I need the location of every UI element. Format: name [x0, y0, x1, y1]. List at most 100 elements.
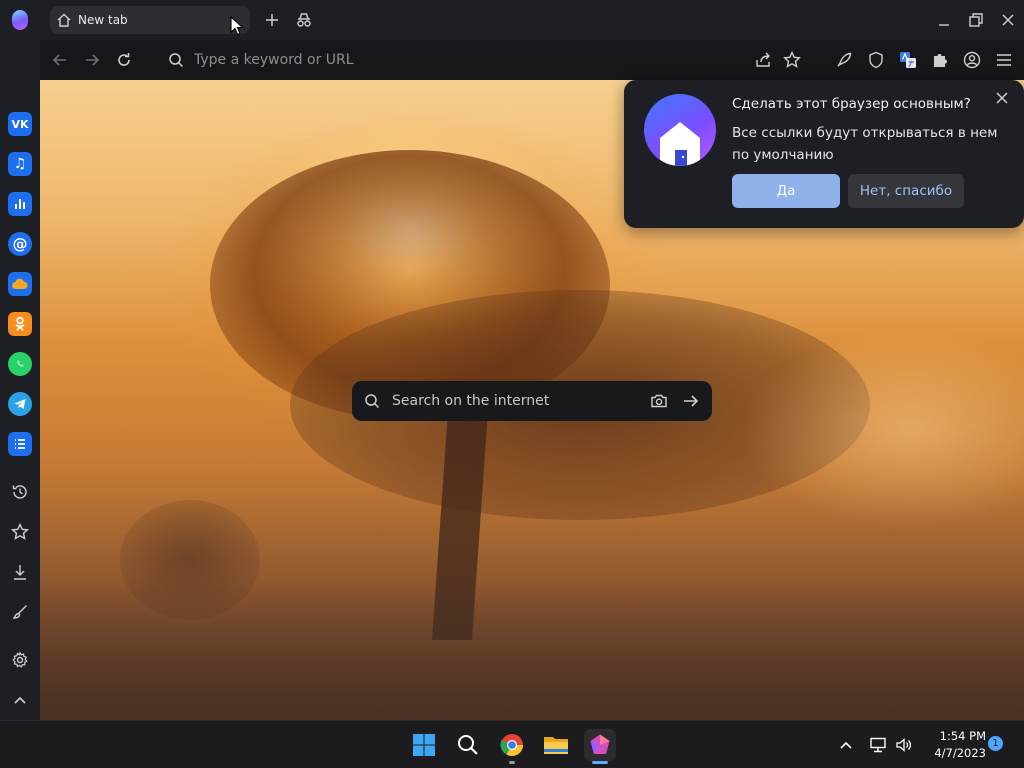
search-input[interactable] [390, 392, 640, 410]
incognito-button[interactable] [294, 10, 314, 30]
brush-icon [11, 603, 29, 621]
folder-icon [543, 734, 569, 756]
cloud-icon [11, 277, 29, 291]
bar-chart-icon [13, 197, 27, 211]
sidebar: VK ♫ @ [0, 40, 40, 720]
history-button[interactable] [8, 480, 32, 504]
incognito-icon [295, 12, 313, 28]
reload-button[interactable] [112, 48, 136, 72]
sidebar-app-music[interactable]: ♫ [8, 152, 32, 176]
bookmark-button[interactable] [780, 48, 804, 72]
search-icon [456, 733, 480, 757]
search-submit-button[interactable] [682, 392, 700, 410]
translate-button[interactable] [896, 48, 920, 72]
close-icon [1001, 13, 1015, 27]
star-icon [783, 51, 801, 69]
telegram-icon [13, 397, 27, 411]
no-thanks-button[interactable]: Нет, спасибо [848, 174, 964, 208]
new-tab-button[interactable] [262, 10, 282, 30]
arrow-right-icon [684, 395, 699, 407]
star-icon [11, 523, 29, 541]
music-icon: ♫ [13, 156, 27, 172]
taskbar-search-button[interactable] [452, 729, 484, 761]
translate-icon [899, 51, 917, 69]
sidebar-app-telegram[interactable] [8, 392, 32, 416]
tray-network-button[interactable] [864, 729, 892, 761]
home-icon [56, 12, 72, 28]
taskbar-date[interactable]: 4/7/2023 [920, 746, 986, 760]
boost-button[interactable] [832, 48, 856, 72]
whatsapp-icon [13, 357, 27, 371]
protection-button[interactable] [864, 48, 888, 72]
popup-close-button[interactable] [990, 86, 1014, 110]
camera-icon[interactable] [650, 392, 668, 410]
windows-icon [412, 733, 436, 757]
tray-volume-button[interactable] [890, 729, 918, 761]
tray-overflow-button[interactable] [832, 729, 860, 761]
taskbar-chrome[interactable] [496, 729, 528, 764]
mouse-cursor-icon [230, 15, 244, 40]
yes-button[interactable]: Да [732, 174, 840, 208]
minimize-button[interactable] [932, 8, 956, 32]
arrow-left-icon [52, 52, 68, 68]
gear-icon [11, 651, 29, 669]
notification-badge[interactable]: 1 [988, 736, 1003, 751]
chevron-up-icon [13, 693, 27, 707]
close-window-button[interactable] [996, 8, 1020, 32]
share-button[interactable] [752, 48, 776, 72]
restore-icon [968, 12, 984, 28]
favorites-button[interactable] [8, 520, 32, 544]
share-icon [755, 52, 773, 68]
sidebar-app-mail[interactable]: @ [8, 232, 32, 256]
taskbar-file-explorer[interactable] [540, 729, 572, 761]
sidebar-app-vk[interactable]: VK [8, 112, 32, 136]
collapse-sidebar-button[interactable] [8, 688, 32, 712]
menu-button[interactable] [992, 48, 1016, 72]
plus-icon [265, 13, 279, 27]
title-bar: New tab [0, 0, 1024, 40]
popup-message: Все ссылки будут открываться в нем по ум… [732, 125, 998, 163]
reload-icon [116, 52, 132, 68]
vk-icon: VK [11, 117, 29, 131]
tab-new-tab[interactable]: New tab [50, 6, 250, 34]
minimize-icon [937, 13, 951, 27]
tab-title: New tab [78, 13, 128, 27]
taskbar-atom-browser[interactable] [584, 729, 616, 764]
close-icon [995, 91, 1009, 105]
search-box[interactable] [352, 381, 712, 421]
restore-button[interactable] [964, 8, 988, 32]
navigation-toolbar [40, 40, 1024, 80]
settings-button[interactable] [8, 648, 32, 672]
browser-logo-icon[interactable] [12, 10, 28, 30]
popup-title: Сделать этот браузер основным? [732, 96, 971, 112]
running-indicator [592, 761, 608, 764]
at-sign-icon: @ [12, 235, 28, 253]
forward-button[interactable] [80, 48, 104, 72]
arrow-right-icon [84, 52, 100, 68]
search-icon [364, 393, 380, 409]
odnoklassniki-icon [14, 316, 26, 332]
download-icon [11, 563, 29, 581]
back-button[interactable] [48, 48, 72, 72]
downloads-button[interactable] [8, 560, 32, 584]
search-icon [168, 52, 184, 68]
shield-icon [868, 51, 884, 69]
themes-button[interactable] [8, 600, 32, 624]
taskbar-time[interactable]: 1:54 PM [920, 729, 986, 743]
address-bar[interactable] [168, 48, 728, 72]
sidebar-app-whatsapp[interactable] [8, 352, 32, 376]
taskbar: 1:54 PM 4/7/2023 [0, 720, 1024, 768]
profile-button[interactable] [960, 48, 984, 72]
extensions-button[interactable] [928, 48, 952, 72]
sidebar-app-cloud[interactable] [8, 272, 32, 296]
start-button[interactable] [408, 729, 440, 761]
puzzle-icon [931, 51, 949, 69]
rocket-icon [835, 51, 853, 69]
sidebar-app-ok[interactable] [8, 312, 32, 336]
address-input[interactable] [192, 51, 692, 69]
atom-browser-icon [588, 733, 612, 757]
sidebar-app-stats[interactable] [8, 192, 32, 216]
running-indicator [509, 761, 515, 764]
sidebar-app-list[interactable] [8, 432, 32, 456]
chevron-up-icon [839, 738, 853, 752]
